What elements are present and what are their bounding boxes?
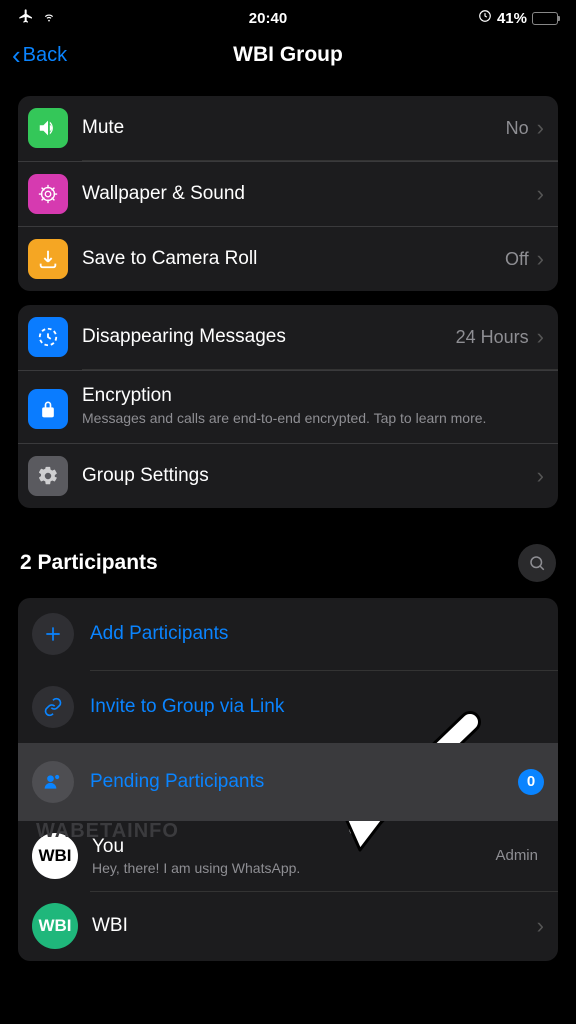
search-icon bbox=[528, 554, 546, 572]
avatar: WBI bbox=[32, 903, 78, 949]
participant-name: You bbox=[92, 836, 495, 858]
chevron-right-icon: › bbox=[537, 463, 544, 489]
pending-participants-label: Pending Participants bbox=[90, 771, 518, 793]
participants-header: 2 Participants bbox=[0, 522, 576, 592]
orientation-lock-icon bbox=[478, 9, 492, 27]
chevron-right-icon: › bbox=[537, 324, 544, 350]
chevron-right-icon: › bbox=[537, 115, 544, 141]
participant-role: Admin bbox=[495, 847, 538, 864]
group-settings-row[interactable]: Group Settings › bbox=[18, 443, 558, 508]
mute-label: Mute bbox=[82, 117, 506, 139]
participants-section: Add Participants Invite to Group via Lin… bbox=[18, 598, 558, 961]
chevron-left-icon: ‹ bbox=[12, 42, 21, 68]
disappearing-value: 24 Hours bbox=[456, 327, 529, 348]
pending-count-badge: 0 bbox=[518, 769, 544, 795]
status-time: 20:40 bbox=[249, 10, 287, 27]
participant-status: Hey, there! I am using WhatsApp. bbox=[92, 860, 495, 876]
participant-row-wbi[interactable]: WBI WBI › bbox=[18, 891, 558, 961]
link-icon bbox=[32, 686, 74, 728]
wallpaper-icon bbox=[28, 174, 68, 214]
pending-participants-row[interactable]: Pending Participants 0 bbox=[18, 743, 558, 821]
mute-value: No bbox=[506, 118, 529, 139]
wallpaper-label: Wallpaper & Sound bbox=[82, 183, 537, 205]
back-label: Back bbox=[23, 44, 67, 67]
add-participants-row[interactable]: Add Participants bbox=[18, 598, 558, 670]
airplane-mode-icon bbox=[18, 8, 34, 28]
lock-icon bbox=[28, 389, 68, 429]
plus-icon bbox=[32, 613, 74, 655]
timer-icon bbox=[28, 317, 68, 357]
add-participants-label: Add Participants bbox=[90, 623, 544, 645]
gear-icon bbox=[28, 456, 68, 496]
battery-pct: 41% bbox=[497, 10, 527, 27]
nav-bar: ‹ Back WBI Group bbox=[0, 32, 576, 82]
group-settings-label: Group Settings bbox=[82, 465, 537, 487]
save-camera-roll-value: Off bbox=[505, 249, 529, 270]
chevron-right-icon: › bbox=[537, 181, 544, 207]
page-title: WBI Group bbox=[0, 43, 576, 67]
wallpaper-row[interactable]: Wallpaper & Sound › bbox=[18, 161, 558, 226]
participants-title: 2 Participants bbox=[20, 551, 158, 575]
download-icon bbox=[28, 239, 68, 279]
status-bar: 20:40 41% bbox=[0, 0, 576, 32]
wifi-icon bbox=[40, 9, 58, 27]
disappearing-label: Disappearing Messages bbox=[82, 326, 456, 348]
speaker-icon bbox=[28, 108, 68, 148]
save-camera-roll-label: Save to Camera Roll bbox=[82, 248, 505, 270]
participant-row-you[interactable]: WBI You Hey, there! I am using WhatsApp.… bbox=[18, 821, 558, 891]
settings-section-2: Disappearing Messages 24 Hours › Encrypt… bbox=[18, 305, 558, 508]
invite-link-label: Invite to Group via Link bbox=[90, 696, 544, 718]
encryption-label: Encryption bbox=[82, 385, 544, 407]
encryption-subtitle: Messages and calls are end-to-end encryp… bbox=[82, 409, 544, 427]
mute-row[interactable]: Mute No › bbox=[18, 96, 558, 160]
chevron-right-icon: › bbox=[537, 246, 544, 272]
avatar: WBI bbox=[32, 833, 78, 879]
pending-icon bbox=[32, 761, 74, 803]
invite-link-row[interactable]: Invite to Group via Link bbox=[18, 671, 558, 743]
disappearing-messages-row[interactable]: Disappearing Messages 24 Hours › bbox=[18, 305, 558, 369]
battery-icon bbox=[532, 12, 558, 25]
back-button[interactable]: ‹ Back bbox=[12, 42, 67, 68]
encryption-row[interactable]: Encryption Messages and calls are end-to… bbox=[18, 370, 558, 443]
save-camera-roll-row[interactable]: Save to Camera Roll Off › bbox=[18, 226, 558, 291]
settings-section-1: Mute No › Wallpaper & Sound › Save to Ca… bbox=[18, 96, 558, 291]
chevron-right-icon: › bbox=[537, 913, 544, 939]
participant-name: WBI bbox=[92, 915, 537, 937]
search-participants-button[interactable] bbox=[518, 544, 556, 582]
